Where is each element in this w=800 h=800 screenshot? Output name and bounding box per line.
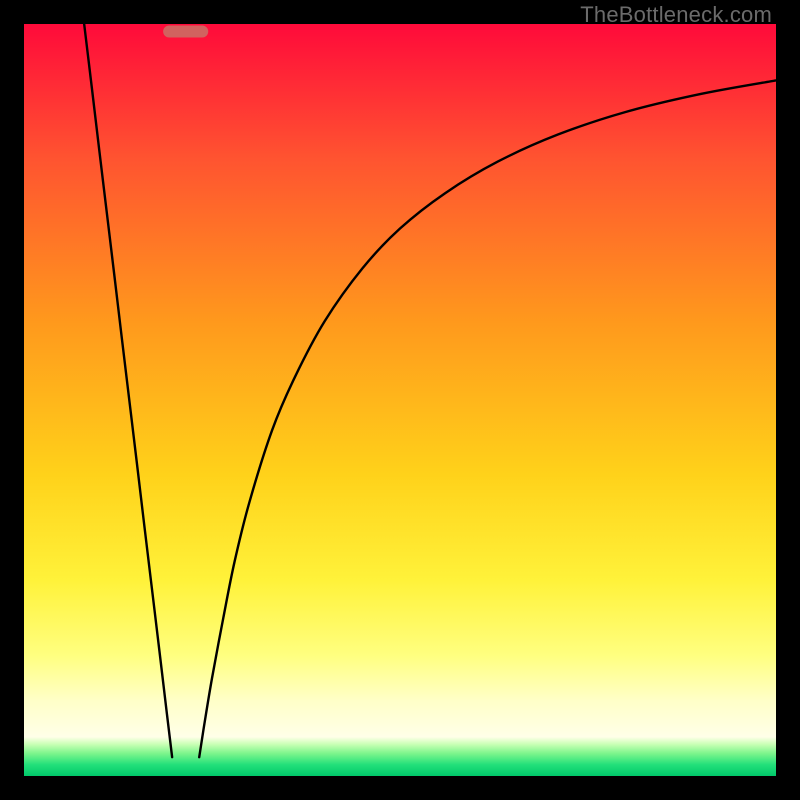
bottleneck-chart: [24, 24, 776, 776]
gradient-background: [24, 24, 776, 776]
optimum-marker: [163, 26, 208, 38]
watermark-text: TheBottleneck.com: [580, 2, 772, 28]
